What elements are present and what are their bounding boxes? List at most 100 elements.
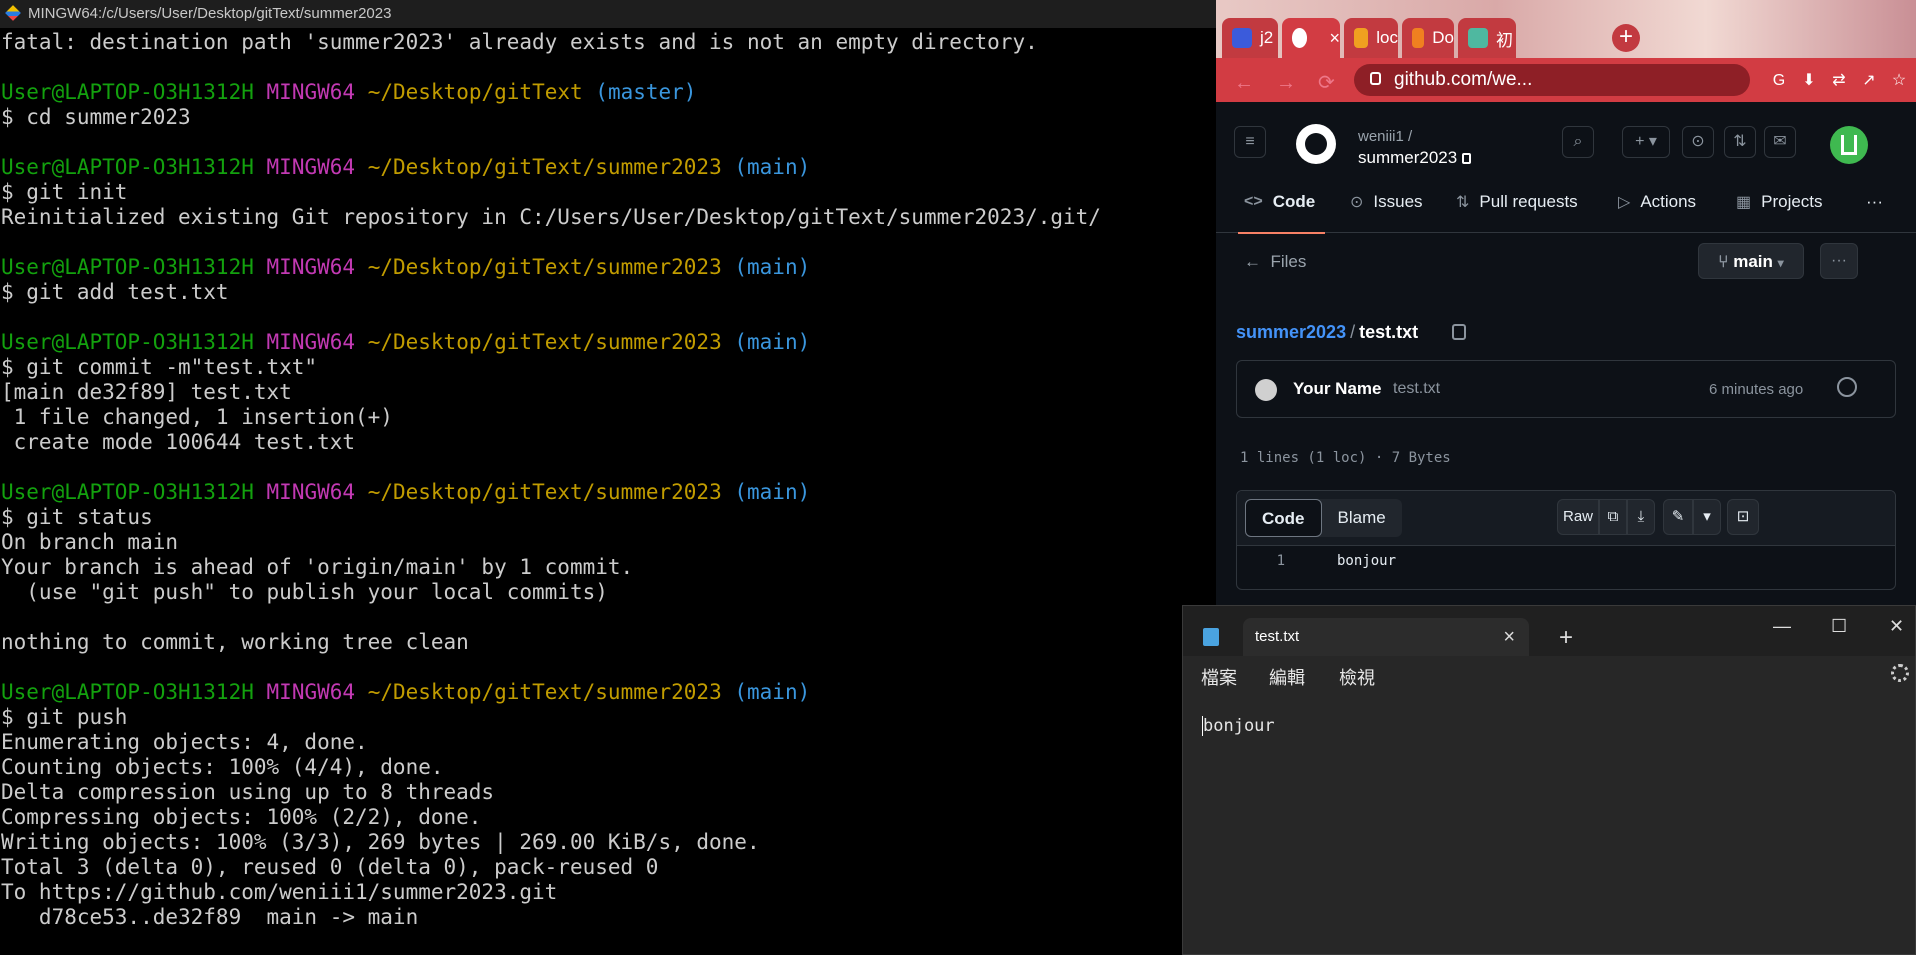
settings-gear-icon[interactable] [1891,664,1909,682]
inbox-icon[interactable]: ✉ [1764,126,1796,158]
tab-pull-requests[interactable]: ⇅ Pull requests [1456,192,1578,212]
prompt-branch: (main) [734,480,811,504]
tab-label: 初 [1496,30,1513,50]
tab-label: Pull requests [1479,192,1578,211]
commit-author-avatar[interactable] [1255,379,1277,401]
terminal-line: $ git push [1,705,128,729]
tab-actions[interactable]: ▷ Actions [1618,192,1696,212]
blame-view-button[interactable]: Blame [1322,499,1402,537]
user-avatar[interactable] [1830,126,1868,164]
notepad-editor[interactable]: bonjour [1202,710,1915,954]
notepad-menubar: 檔案 編輯 檢視 [1183,656,1915,694]
menu-file[interactable]: 檔案 [1201,664,1237,690]
tab-close-icon[interactable]: × [1329,28,1340,49]
prompt-branch: (main) [734,255,811,279]
bookmark-star-icon[interactable]: ☆ [1890,72,1908,90]
github-logo-icon[interactable] [1296,124,1336,164]
history-icon[interactable] [1837,377,1857,397]
breadcrumb-repo-link[interactable]: summer2023 [1236,322,1346,342]
chevron-down-icon: ▾ [1777,256,1784,270]
terminal-line: [main de32f89] test.txt [1,380,292,404]
issues-icon[interactable]: ⊙ [1682,126,1714,158]
terminal-line: To https://github.com/weniii1/summer2023… [1,880,558,904]
prompt-path: ~/Desktop/gitText/summer2023 [367,330,722,354]
repo-name[interactable]: summer2023 [1358,148,1471,168]
notepad-add-tab-button[interactable]: + [1559,624,1573,652]
terminal-line: 1 file changed, 1 insertion(+) [1,405,393,429]
browser-tab[interactable]: j2 [1222,18,1278,58]
browser-window: j2 × loc Do 初 + ←→⟳ github.com/we... G ⬇… [1216,0,1916,605]
google-icon[interactable]: G [1770,72,1788,90]
tab-code[interactable]: <> Code [1237,192,1326,234]
line-content: bonjour [1337,553,1397,569]
browser-tabstrip: j2 × loc Do 初 + [1216,0,1916,66]
new-tab-button[interactable]: + [1612,24,1640,52]
download-icon[interactable]: ⤓ [1627,499,1655,535]
create-new-icon[interactable]: + ▾ [1622,126,1670,158]
file-meta: 1 lines (1 loc) · 7 Bytes [1240,450,1451,466]
edit-pencil-icon[interactable]: ✎ [1663,499,1693,535]
hamburger-menu-icon[interactable]: ≡ [1234,126,1266,158]
menu-edit[interactable]: 編輯 [1269,664,1305,690]
close-window-button[interactable]: ✕ [1889,616,1904,637]
terminal-line: Total 3 (delta 0), reused 0 (delta 0), p… [1,855,659,879]
notepad-tab-close-icon[interactable]: × [1503,618,1515,656]
tab-projects[interactable]: ▦ Projects [1736,192,1823,212]
terminal-window[interactable]: MINGW64:/c/Users/User/Desktop/gitText/su… [0,0,1216,955]
browser-tab[interactable]: loc [1344,18,1398,58]
line-number[interactable]: 1 [1265,553,1285,569]
edit-chevron-down-icon[interactable]: ▾ [1693,499,1721,535]
minimize-button[interactable]: — [1773,616,1791,637]
terminal-prompt-line: User@LAPTOP-O3H1312H MINGW64 ~/Desktop/g… [1,155,1216,180]
tab-favicon-icon [1468,28,1488,48]
terminal-line: $ cd summer2023 [1,105,191,129]
install-icon[interactable]: ⬇ [1800,72,1818,90]
terminal-line: d78ce53..de32f89 main -> main [1,905,419,929]
browser-tab-active[interactable]: × [1282,18,1340,58]
more-options-button[interactable]: ··· [1820,243,1858,279]
breadcrumb-separator: / [1350,322,1356,342]
copy-path-icon[interactable] [1452,324,1466,340]
branch-icon: ⑂ [1718,252,1729,271]
terminal-prompt-line: User@LAPTOP-O3H1312H MINGW64 ~/Desktop/g… [1,330,1216,355]
file-viewer: Code Blame Raw ⧉ ⤓ ✎ ▾ ⊡ 1 bonjour [1236,490,1896,590]
branch-selector[interactable]: ⑂ main ▾ [1698,243,1804,279]
tab-favicon-icon [1354,28,1369,48]
private-lock-icon [1461,153,1471,164]
terminal-line: On branch main [1,530,179,554]
terminal-line: Compressing objects: 100% (2/2), done. [1,805,482,829]
prompt-path: ~/Desktop/gitText/summer2023 [367,155,722,179]
raw-button[interactable]: Raw [1557,499,1599,535]
share-icon[interactable]: ↗ [1860,72,1878,90]
menu-view[interactable]: 檢視 [1339,664,1375,690]
terminal-line: $ git status [1,505,153,529]
translate-icon[interactable]: ⇄ [1830,72,1848,90]
search-icon[interactable]: ⌕ [1562,126,1594,158]
code-icon: <> [1244,193,1263,210]
commit-message[interactable]: test.txt [1393,380,1440,398]
repo-nav-tabs: <> Code ⊙ Issues ⇅ Pull requests ▷ Actions ▦… [1216,182,1916,234]
terminal-line: Enumerating objects: 4, done. [1,730,368,754]
code-view-button[interactable]: Code [1245,499,1322,537]
navigation-icons[interactable]: ←→⟳ [1234,70,1357,95]
browser-tab[interactable]: Do [1402,18,1454,58]
tab-issues[interactable]: ⊙ Issues [1350,192,1423,212]
repo-owner[interactable]: weniii1 / [1358,128,1412,145]
pull-requests-icon[interactable]: ⇅ [1724,126,1756,158]
more-tabs-icon[interactable]: ··· [1866,192,1883,212]
copy-icon[interactable]: ⧉ [1599,499,1627,535]
commit-author[interactable]: Your Name [1293,379,1382,399]
notepad-tab[interactable]: test.txt × [1243,618,1529,656]
maximize-button[interactable]: ☐ [1831,616,1847,637]
browser-tab[interactable]: 初 [1458,18,1516,58]
address-bar[interactable]: github.com/we... [1354,64,1750,96]
git-bash-icon [5,5,21,21]
prompt-path: ~/Desktop/gitText/summer2023 [367,480,722,504]
files-back-link[interactable]: ← Files [1244,252,1306,272]
symbols-panel-icon[interactable]: ⊡ [1727,499,1759,535]
tab-label: j2 [1260,28,1274,47]
tab-label: Code [1272,192,1316,211]
terminal-output[interactable]: fatal: destination path 'summer2023' alr… [0,28,1216,930]
